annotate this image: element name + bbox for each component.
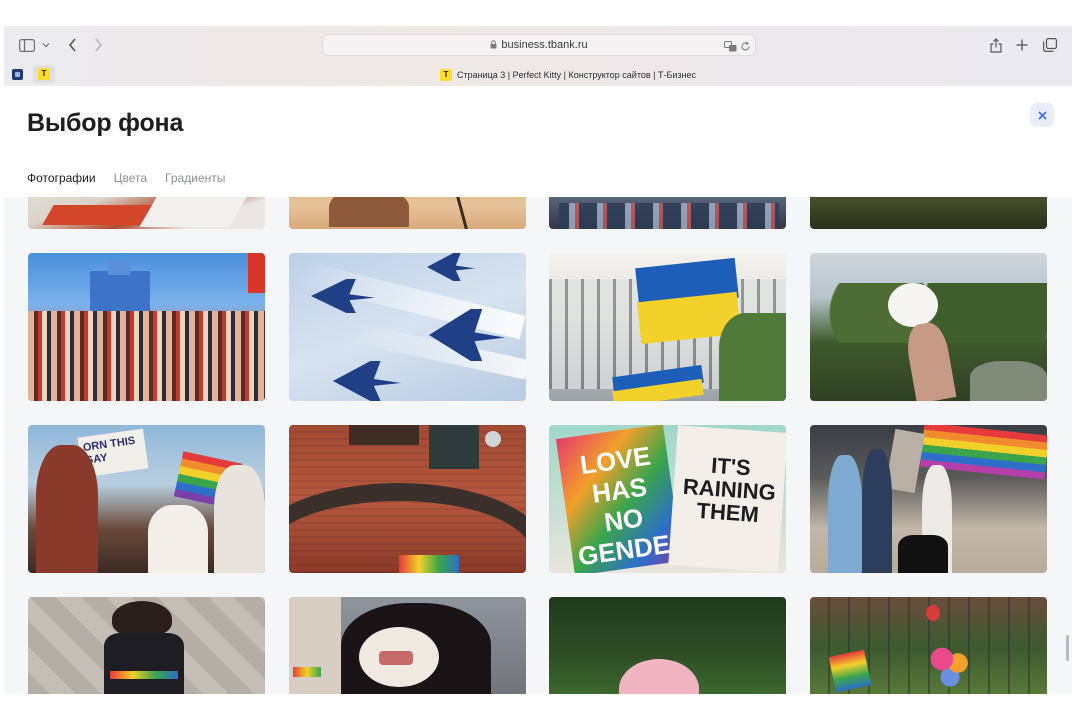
love-has-no-gender-sign: LOVE HAS NO GENDER [576,440,691,572]
modal-title: Выбор фона [27,109,184,137]
tab-photos[interactable]: Фотографии [27,171,96,185]
forward-icon[interactable] [90,35,106,55]
browser-toolbar: business.tbank.ru [4,26,1072,64]
photo-tile[interactable] [549,253,786,401]
back-icon[interactable] [64,35,80,55]
photo-tile[interactable] [28,597,265,694]
photo-tile[interactable] [810,197,1047,229]
close-button[interactable] [1030,103,1054,127]
reload-icon[interactable] [740,39,751,57]
photo-tile[interactable] [810,253,1047,401]
photo-tile[interactable] [810,425,1047,573]
photo-tile[interactable] [289,425,526,573]
tbank-icon: T [38,68,50,80]
tab-overview-icon[interactable] [1042,35,1058,55]
tab-title: Страница 3 | Perfect Kitty | Конструктор… [456,70,696,80]
photo-grid: ORN THIS GAY LOVE HAS NO GENDER IT'S RAI… [4,197,1072,694]
tab-gradients[interactable]: Градиенты [165,171,225,185]
lock-icon [490,40,497,52]
background-type-tabs: Фотографии Цвета Градиенты [27,171,225,185]
address-bar[interactable]: business.tbank.ru [322,34,756,56]
photo-tile[interactable] [549,197,786,229]
scrollbar-thumb[interactable] [1066,635,1069,661]
photo-tile[interactable] [289,197,526,229]
browser-chrome: business.tbank.ru T T Страница 3 | Perfe… [4,26,1072,86]
photo-tile[interactable] [289,253,526,401]
translate-icon[interactable] [724,39,737,57]
share-icon[interactable] [988,35,1004,55]
tab-colors[interactable]: Цвета [114,171,147,185]
url-value: business.tbank.ru [501,39,588,51]
its-raining-them-sign: IT'S RAINING THEM [682,452,777,528]
tbank-favicon-icon: T [439,69,452,81]
photo-tile[interactable]: ORN THIS GAY [28,425,265,573]
photo-tile[interactable]: LOVE HAS NO GENDER IT'S RAINING THEM [549,425,786,573]
photo-tile[interactable] [28,253,265,401]
photo-tile[interactable] [289,597,526,694]
new-tab-icon[interactable] [1014,35,1030,55]
close-icon [1037,110,1047,120]
chevron-down-icon[interactable] [40,35,52,55]
active-tab[interactable]: T Страница 3 | Perfect Kitty | Конструкт… [64,64,1072,86]
sidebar-toggle-icon[interactable] [16,35,38,55]
photo-tile[interactable] [549,597,786,694]
url-text: business.tbank.ru [323,39,755,52]
tab-bar: T T Страница 3 | Perfect Kitty | Констру… [4,64,1072,86]
pinned-tab-tbank[interactable]: T [33,65,55,83]
photo-tile[interactable] [28,197,265,229]
photo-tile[interactable] [810,597,1047,694]
pinned-tab-cube[interactable] [6,65,28,83]
cube-icon [11,68,23,80]
